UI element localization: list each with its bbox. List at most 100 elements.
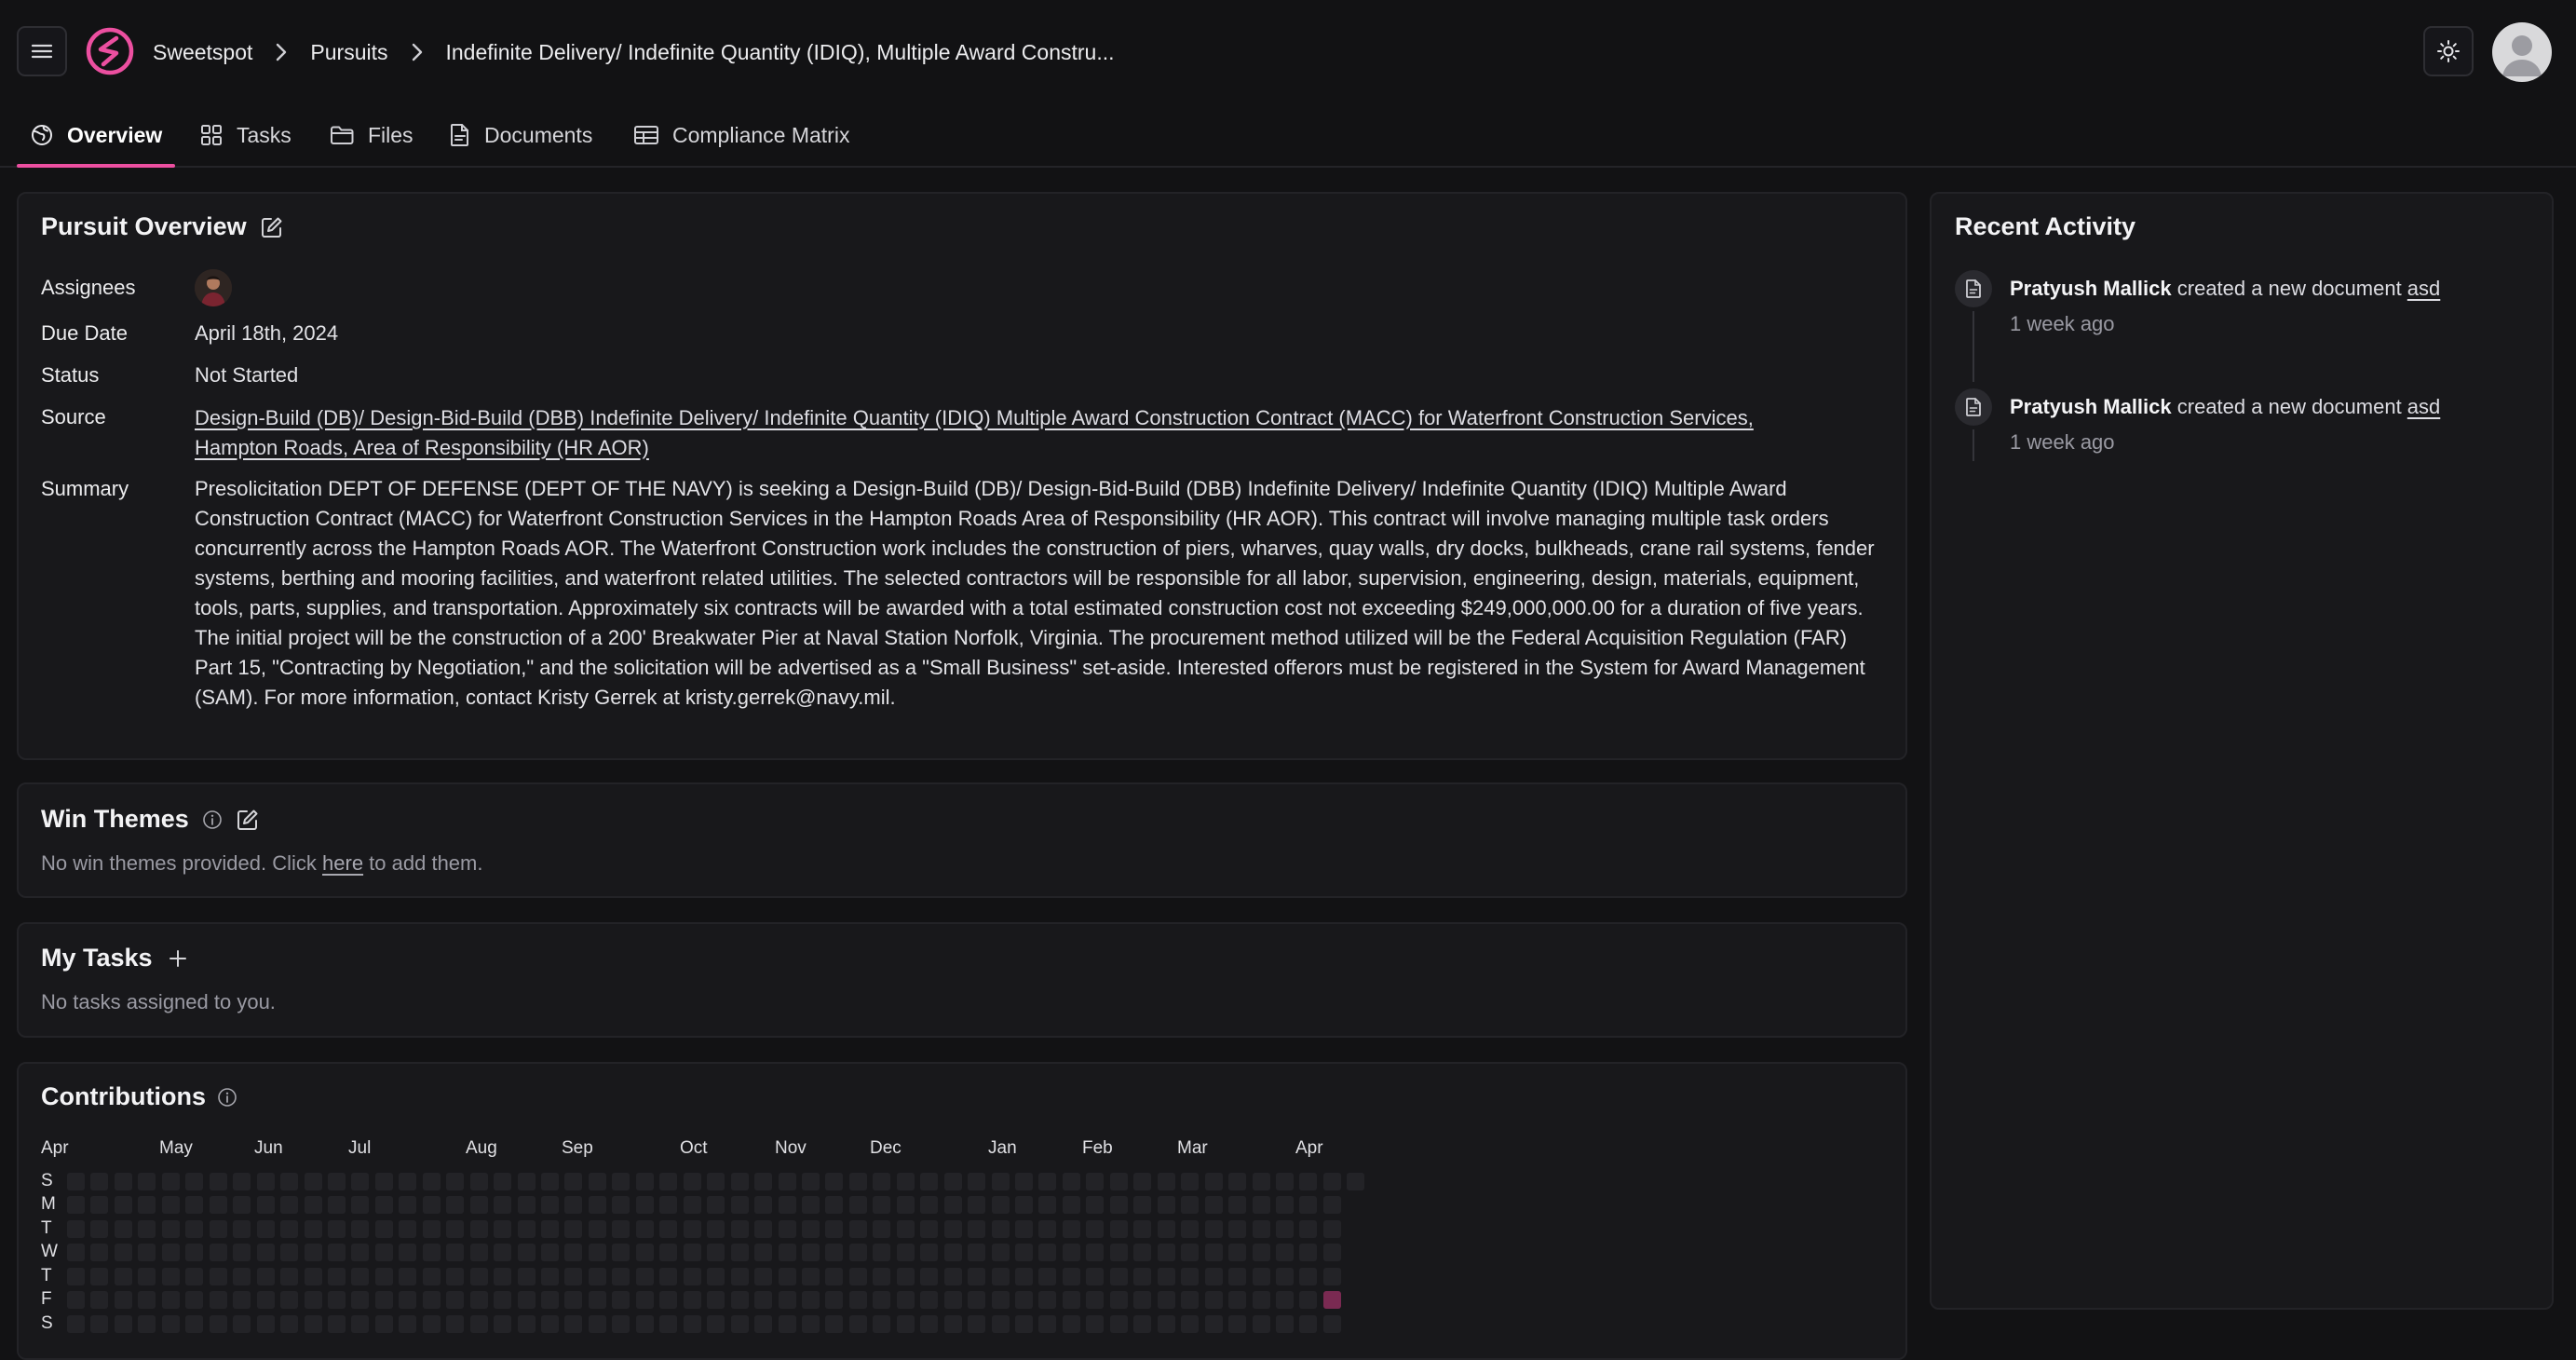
contribution-cell[interactable] [1228,1267,1247,1285]
contribution-cell[interactable] [422,1267,441,1285]
contribution-cell[interactable] [1299,1219,1318,1238]
contribution-cell[interactable] [469,1219,488,1238]
contribution-cell[interactable] [564,1267,583,1285]
contribution-cell[interactable] [968,1173,986,1190]
contribution-cell[interactable] [1062,1196,1080,1215]
contribution-cell[interactable] [1252,1291,1270,1310]
contribution-cell[interactable] [1181,1314,1200,1333]
contribution-cell[interactable] [1322,1267,1341,1285]
contribution-cell[interactable] [683,1219,701,1238]
contribution-cell[interactable] [683,1196,701,1215]
contribution-cell[interactable] [1157,1291,1175,1310]
contribution-cell[interactable] [848,1267,867,1285]
contribution-cell[interactable] [304,1291,322,1310]
contribution-cell[interactable] [896,1196,915,1215]
contribution-cell[interactable] [873,1267,891,1285]
contribution-cell[interactable] [351,1291,370,1310]
contribution-cell[interactable] [730,1196,749,1215]
contribution-cell[interactable] [754,1196,773,1215]
breadcrumb-pursuits[interactable]: Pursuits [310,40,387,65]
contribution-cell[interactable] [683,1314,701,1333]
contribution-cell[interactable] [848,1196,867,1215]
contribution-cell[interactable] [185,1173,204,1190]
contribution-cell[interactable] [564,1291,583,1310]
contribution-cell[interactable] [1133,1267,1152,1285]
contribution-cell[interactable] [280,1173,299,1190]
contribution-cell[interactable] [304,1196,322,1215]
contribution-cell[interactable] [209,1267,227,1285]
contribution-cell[interactable] [1086,1244,1105,1262]
contribution-cell[interactable] [801,1244,820,1262]
contribution-cell[interactable] [541,1291,559,1310]
contribution-cell[interactable] [90,1244,109,1262]
user-avatar[interactable] [2492,22,2552,82]
contribution-cell[interactable] [612,1244,630,1262]
contribution-cell[interactable] [90,1173,109,1190]
contribution-cell[interactable] [1181,1196,1200,1215]
contribution-cell[interactable] [801,1267,820,1285]
assignee-avatar[interactable] [195,269,232,306]
contribution-cell[interactable] [920,1267,939,1285]
contribution-cell[interactable] [659,1173,678,1190]
contribution-cell[interactable] [374,1219,393,1238]
contribution-cell[interactable] [1322,1173,1341,1190]
contribution-cell[interactable] [896,1314,915,1333]
contribution-cell[interactable] [256,1291,275,1310]
edit-icon[interactable] [260,215,284,239]
contribution-cell[interactable] [494,1196,512,1215]
contribution-cell[interactable] [1204,1173,1223,1190]
contribution-cell[interactable] [873,1244,891,1262]
contribution-cell[interactable] [399,1219,417,1238]
contribution-cell[interactable] [1275,1219,1294,1238]
contribution-cell[interactable] [1252,1314,1270,1333]
contribution-cell[interactable] [1252,1219,1270,1238]
contribution-cell[interactable] [1133,1244,1152,1262]
contribution-cell[interactable] [374,1173,393,1190]
contribution-cell[interactable] [1038,1291,1057,1310]
contribution-cell[interactable] [588,1314,606,1333]
contribution-cell[interactable] [1204,1244,1223,1262]
contribution-cell[interactable] [1228,1314,1247,1333]
contribution-cell[interactable] [1181,1291,1200,1310]
contribution-cell[interactable] [991,1291,1010,1310]
contribution-cell[interactable] [1086,1219,1105,1238]
contribution-cell[interactable] [280,1219,299,1238]
contribution-cell[interactable] [114,1314,132,1333]
contribution-cell[interactable] [209,1219,227,1238]
contribution-cell[interactable] [1181,1244,1200,1262]
contribution-cell[interactable] [635,1173,654,1190]
contribution-cell[interactable] [1299,1267,1318,1285]
contribution-cell[interactable] [1275,1267,1294,1285]
contribution-cell[interactable] [635,1314,654,1333]
contribution-cell[interactable] [541,1196,559,1215]
contribution-cell[interactable] [1322,1314,1341,1333]
contribution-cell[interactable] [1299,1244,1318,1262]
contribution-cell[interactable] [659,1291,678,1310]
contribution-cell[interactable] [256,1196,275,1215]
contribution-cell[interactable] [327,1173,346,1190]
contribution-cell[interactable] [943,1196,962,1215]
contribution-cell[interactable] [825,1173,844,1190]
contribution-cell[interactable] [161,1244,180,1262]
contribution-cell[interactable] [1275,1244,1294,1262]
contribution-cell[interactable] [1086,1291,1105,1310]
contribution-cell[interactable] [517,1196,536,1215]
contribution-cell[interactable] [707,1244,725,1262]
contribution-cell[interactable] [754,1267,773,1285]
contribution-cell[interactable] [1322,1244,1341,1262]
contribution-cell[interactable] [374,1291,393,1310]
contribution-cell[interactable] [825,1314,844,1333]
contribution-cell[interactable] [541,1314,559,1333]
contribution-cell[interactable] [422,1291,441,1310]
contribution-cell[interactable] [754,1314,773,1333]
contribution-cell[interactable] [683,1244,701,1262]
contribution-cell[interactable] [327,1291,346,1310]
contribution-cell[interactable] [564,1196,583,1215]
contribution-cell[interactable] [778,1173,796,1190]
contribution-cell[interactable] [991,1314,1010,1333]
contribution-cell[interactable] [1062,1314,1080,1333]
contribution-cell[interactable] [968,1291,986,1310]
contribution-cell[interactable] [469,1291,488,1310]
contribution-cell[interactable] [304,1244,322,1262]
contribution-cell[interactable] [1275,1196,1294,1215]
